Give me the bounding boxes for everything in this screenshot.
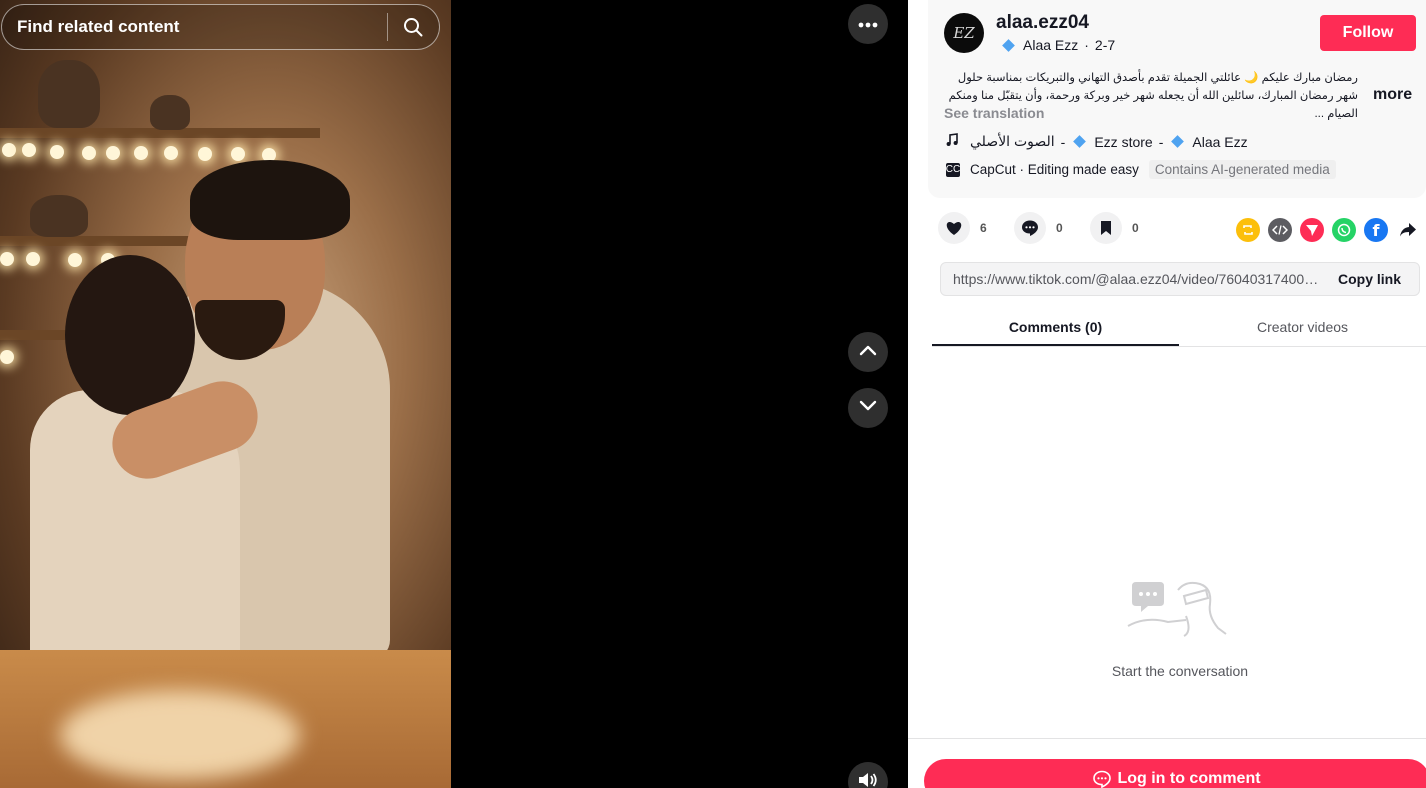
search-divider: [387, 13, 388, 41]
comment-icon[interactable]: [1014, 212, 1046, 244]
search-icon[interactable]: [402, 16, 424, 38]
light-bulb: [198, 147, 212, 161]
vase: [150, 95, 190, 130]
chevron-up-icon: [859, 343, 877, 361]
light-bulb: [164, 146, 178, 160]
light-bulb: [82, 146, 96, 160]
original-sound-label: الصوت الأصلي: [970, 133, 1055, 149]
send-icon[interactable]: [1300, 218, 1324, 242]
details-panel: EZ alaa.ezz04 Alaa Ezz · 2-7 Follow رمضا…: [908, 0, 1426, 788]
search-input[interactable]: Find related content: [17, 17, 387, 37]
volume-icon: [858, 771, 878, 788]
author-subline: Alaa Ezz · 2-7: [1000, 37, 1115, 53]
copy-link-bar: https://www.tiktok.com/@alaa.ezz04/video…: [940, 262, 1420, 296]
heart-icon[interactable]: [938, 212, 970, 244]
music-row[interactable]: الصوت الأصلي - Ezz store - Alaa Ezz: [946, 133, 1248, 150]
comment-count: 0: [1056, 221, 1063, 235]
music-separator: -: [1158, 133, 1164, 150]
facebook-icon[interactable]: f: [1364, 218, 1388, 242]
light-bulb: [50, 145, 64, 159]
light-bulb: [106, 146, 120, 160]
tab-comments[interactable]: Comments (0): [932, 306, 1179, 346]
video-player[interactable]: Find related content: [0, 0, 451, 788]
light-bulb: [134, 146, 148, 160]
panel-tabs: Comments (0) Creator videos: [932, 306, 1426, 347]
stats-row: 6 0 0: [938, 212, 1166, 244]
video-url[interactable]: https://www.tiktok.com/@alaa.ezz04/video…: [953, 271, 1322, 287]
description-card: EZ alaa.ezz04 Alaa Ezz · 2-7 Follow رمضا…: [928, 0, 1426, 198]
diamond-icon: [1073, 135, 1087, 148]
tag-row: CC CapCut · Editing made easy Contains A…: [946, 160, 1336, 179]
video-area: Find related content: [0, 0, 908, 788]
music-note-icon: [946, 133, 958, 150]
empty-comments-text: Start the conversation: [1111, 663, 1249, 679]
light-bulb: [2, 143, 16, 157]
dot-separator: ·: [1084, 37, 1089, 53]
share-arrow-icon[interactable]: [1396, 218, 1420, 242]
search-box[interactable]: Find related content: [1, 4, 440, 50]
follow-button[interactable]: Follow: [1320, 15, 1416, 51]
diamond-icon: [1002, 38, 1015, 52]
display-name: Alaa Ezz: [1023, 37, 1079, 53]
like-count: 6: [980, 221, 987, 235]
empty-comments-illustration: [1126, 576, 1232, 638]
more-options-button[interactable]: [848, 4, 888, 44]
more-horizontal-icon: [858, 15, 878, 33]
light-bulb: [231, 147, 245, 161]
music-separator: -: [1060, 133, 1066, 150]
comment-stat[interactable]: 0: [1014, 212, 1070, 244]
tiktok-video-page: Find related content EZ alaa.ezz04 Alaa …: [0, 0, 1426, 788]
man-hair: [190, 160, 350, 240]
comment-icon: [1093, 770, 1112, 788]
volume-button[interactable]: [848, 762, 888, 788]
light-bulb: [22, 143, 36, 157]
light-bulb: [0, 350, 14, 364]
ai-generated-tag: Contains AI-generated media: [1148, 160, 1336, 179]
save-count: 0: [1132, 221, 1139, 235]
tab-creator-videos[interactable]: Creator videos: [1179, 306, 1426, 346]
light-bulb: [26, 252, 40, 266]
share-row: f: [1236, 218, 1420, 242]
save-stat[interactable]: 0: [1090, 212, 1146, 244]
embed-icon[interactable]: [1268, 218, 1292, 242]
light-bulb: [68, 253, 82, 267]
avatar[interactable]: EZ: [944, 13, 984, 53]
light-bulb: [0, 252, 14, 266]
username[interactable]: alaa.ezz04: [996, 12, 1089, 34]
music-artist: Alaa Ezz: [1192, 133, 1248, 150]
capcut-icon: CC: [945, 162, 961, 177]
comment-login-bar: Log in to comment: [908, 738, 1426, 788]
more-link[interactable]: more: [1373, 86, 1412, 104]
blurred-foreground: [60, 690, 300, 780]
chevron-down-icon: [859, 399, 877, 417]
repost-icon[interactable]: [1236, 218, 1260, 242]
login-to-comment-button[interactable]: Log in to comment: [924, 759, 1426, 788]
bookmark-icon[interactable]: [1090, 212, 1122, 244]
previous-video-button[interactable]: [848, 332, 888, 372]
login-label: Log in to comment: [1117, 770, 1261, 787]
music-store: Ezz store: [1094, 133, 1153, 150]
vase: [30, 195, 88, 237]
child-head: [65, 255, 195, 415]
diamond-icon: [1171, 135, 1185, 148]
next-video-button[interactable]: [848, 388, 888, 428]
copy-link-button[interactable]: Copy link: [1338, 271, 1407, 287]
see-translation-link[interactable]: See translation: [944, 105, 1044, 121]
whatsapp-icon[interactable]: [1332, 218, 1356, 242]
post-date: 2-7: [1094, 37, 1116, 53]
like-stat[interactable]: 6: [938, 212, 994, 244]
capcut-tag[interactable]: CapCut · Editing made easy: [970, 160, 1139, 179]
vase: [38, 60, 100, 128]
